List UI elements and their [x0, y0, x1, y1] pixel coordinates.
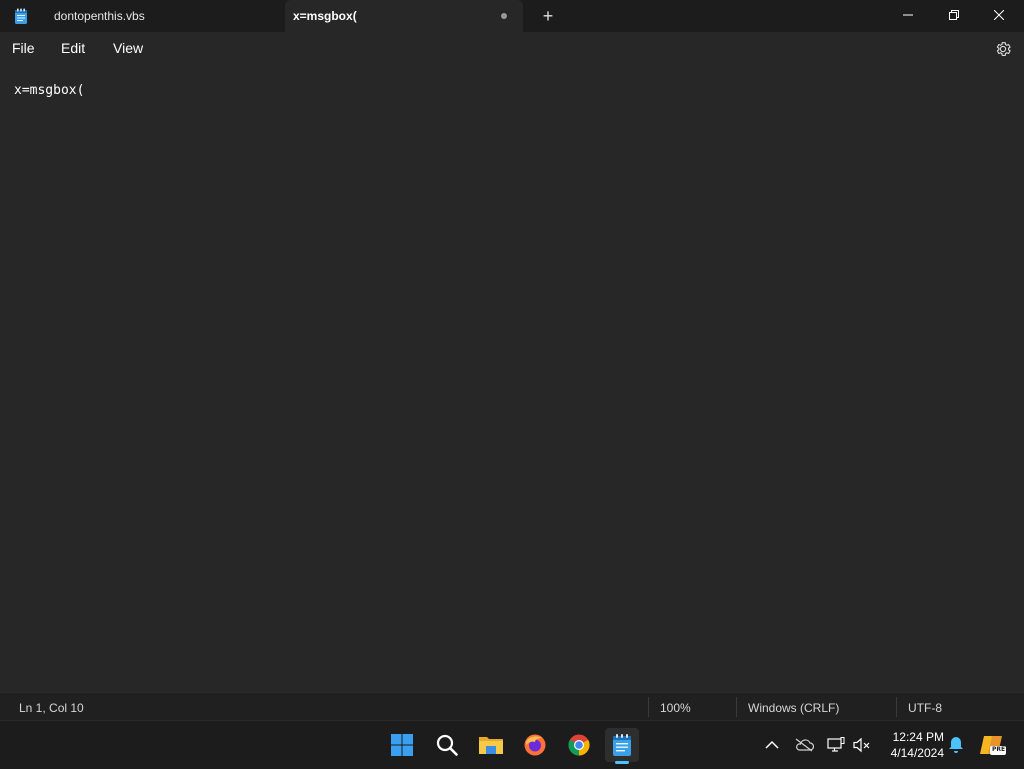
status-separator [648, 697, 649, 717]
chevron-up-icon [765, 740, 779, 749]
clock-time: 12:24 PM [892, 730, 944, 744]
tab-label: dontopenthis.vbs [54, 9, 145, 23]
minimize-icon [903, 14, 913, 16]
clock-date: 4/14/2024 [890, 746, 944, 760]
tab-label: x=msgbox( [293, 9, 357, 23]
active-app-indicator [615, 761, 629, 764]
cursor-position: Ln 1, Col 10 [19, 701, 84, 715]
text-editor[interactable]: x=msgbox( [0, 66, 1024, 692]
menu-file[interactable]: File [12, 40, 35, 56]
restore-icon [949, 10, 959, 20]
copilot-preview-badge: PRE [992, 746, 1006, 753]
system-clock[interactable]: 12:24 PM 4/14/2024 [880, 729, 944, 761]
notepad-taskbar-button[interactable] [605, 728, 639, 762]
firefox-icon [524, 734, 546, 756]
gear-icon [996, 42, 1011, 56]
editor-content[interactable]: x=msgbox( [14, 83, 84, 98]
search-button[interactable] [430, 728, 464, 762]
tab-active-document[interactable]: x=msgbox( [285, 0, 523, 32]
menu-view[interactable]: View [113, 40, 143, 56]
file-explorer-icon [479, 737, 503, 754]
start-icon [391, 734, 413, 756]
menu-edit[interactable]: Edit [61, 40, 85, 56]
status-separator [896, 697, 897, 717]
volume-muted-icon [853, 737, 870, 753]
onedrive-button[interactable] [794, 735, 814, 755]
show-hidden-icons-button[interactable] [762, 735, 782, 755]
chrome-button[interactable] [562, 728, 596, 762]
zoom-level[interactable]: 100% [660, 701, 691, 715]
copilot-button[interactable]: PRE [980, 735, 1006, 755]
notepad-app-icon [14, 8, 28, 24]
settings-button[interactable] [994, 40, 1012, 58]
status-separator [736, 697, 737, 717]
menu-bar: File Edit View [0, 32, 1024, 66]
notepad-window: dontopenthis.vbs x=msgbox( + File Edit V… [0, 0, 1024, 721]
onedrive-off-icon [795, 738, 814, 752]
minimize-button[interactable] [885, 0, 931, 30]
network-icon [827, 737, 845, 752]
chrome-icon [568, 734, 590, 756]
network-button[interactable] [826, 735, 846, 755]
notepad-icon [613, 734, 631, 756]
tab-dontopenthis[interactable]: dontopenthis.vbs [40, 0, 284, 32]
line-ending[interactable]: Windows (CRLF) [748, 701, 839, 715]
firefox-button[interactable] [518, 728, 552, 762]
taskbar: 12:24 PM 4/14/2024 PRE [0, 720, 1024, 769]
title-bar: dontopenthis.vbs x=msgbox( + [0, 0, 1024, 32]
restore-button[interactable] [931, 0, 977, 30]
encoding[interactable]: UTF-8 [908, 701, 942, 715]
search-icon [436, 734, 458, 756]
volume-button[interactable] [852, 735, 872, 755]
start-button[interactable] [385, 728, 419, 762]
unsaved-dot-icon[interactable] [501, 13, 507, 19]
notification-bell-icon [949, 737, 963, 753]
file-explorer-button[interactable] [474, 728, 508, 762]
status-bar: Ln 1, Col 10 100% Windows (CRLF) UTF-8 [0, 692, 1024, 721]
close-icon [994, 10, 1004, 20]
notifications-button[interactable] [946, 735, 966, 755]
new-tab-button[interactable]: + [536, 4, 560, 28]
close-button[interactable] [976, 0, 1022, 30]
